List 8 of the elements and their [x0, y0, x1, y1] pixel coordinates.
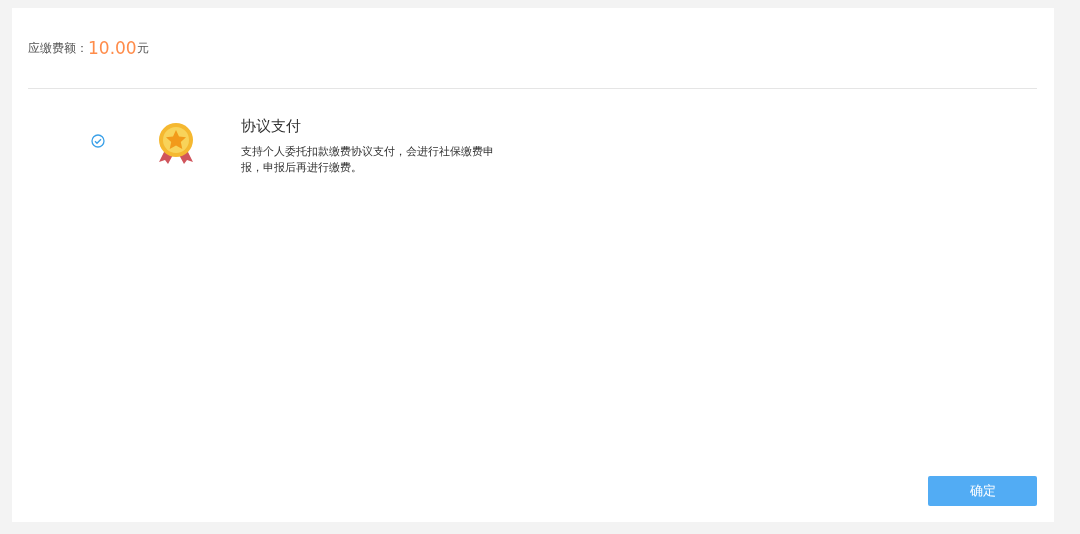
- amount-value: 10.00: [88, 38, 137, 58]
- check-icon[interactable]: [91, 134, 105, 148]
- amount-label: 应缴费额：: [28, 39, 88, 57]
- medal-icon: [157, 122, 195, 164]
- amount-unit: 元: [136, 39, 149, 57]
- method-description: 支持个人委托扣款缴费协议支付，会进行社保缴费申报，申报后再进行缴费。: [241, 144, 495, 176]
- method-title: 协议支付: [241, 117, 302, 136]
- confirm-button[interactable]: 确定: [928, 476, 1037, 506]
